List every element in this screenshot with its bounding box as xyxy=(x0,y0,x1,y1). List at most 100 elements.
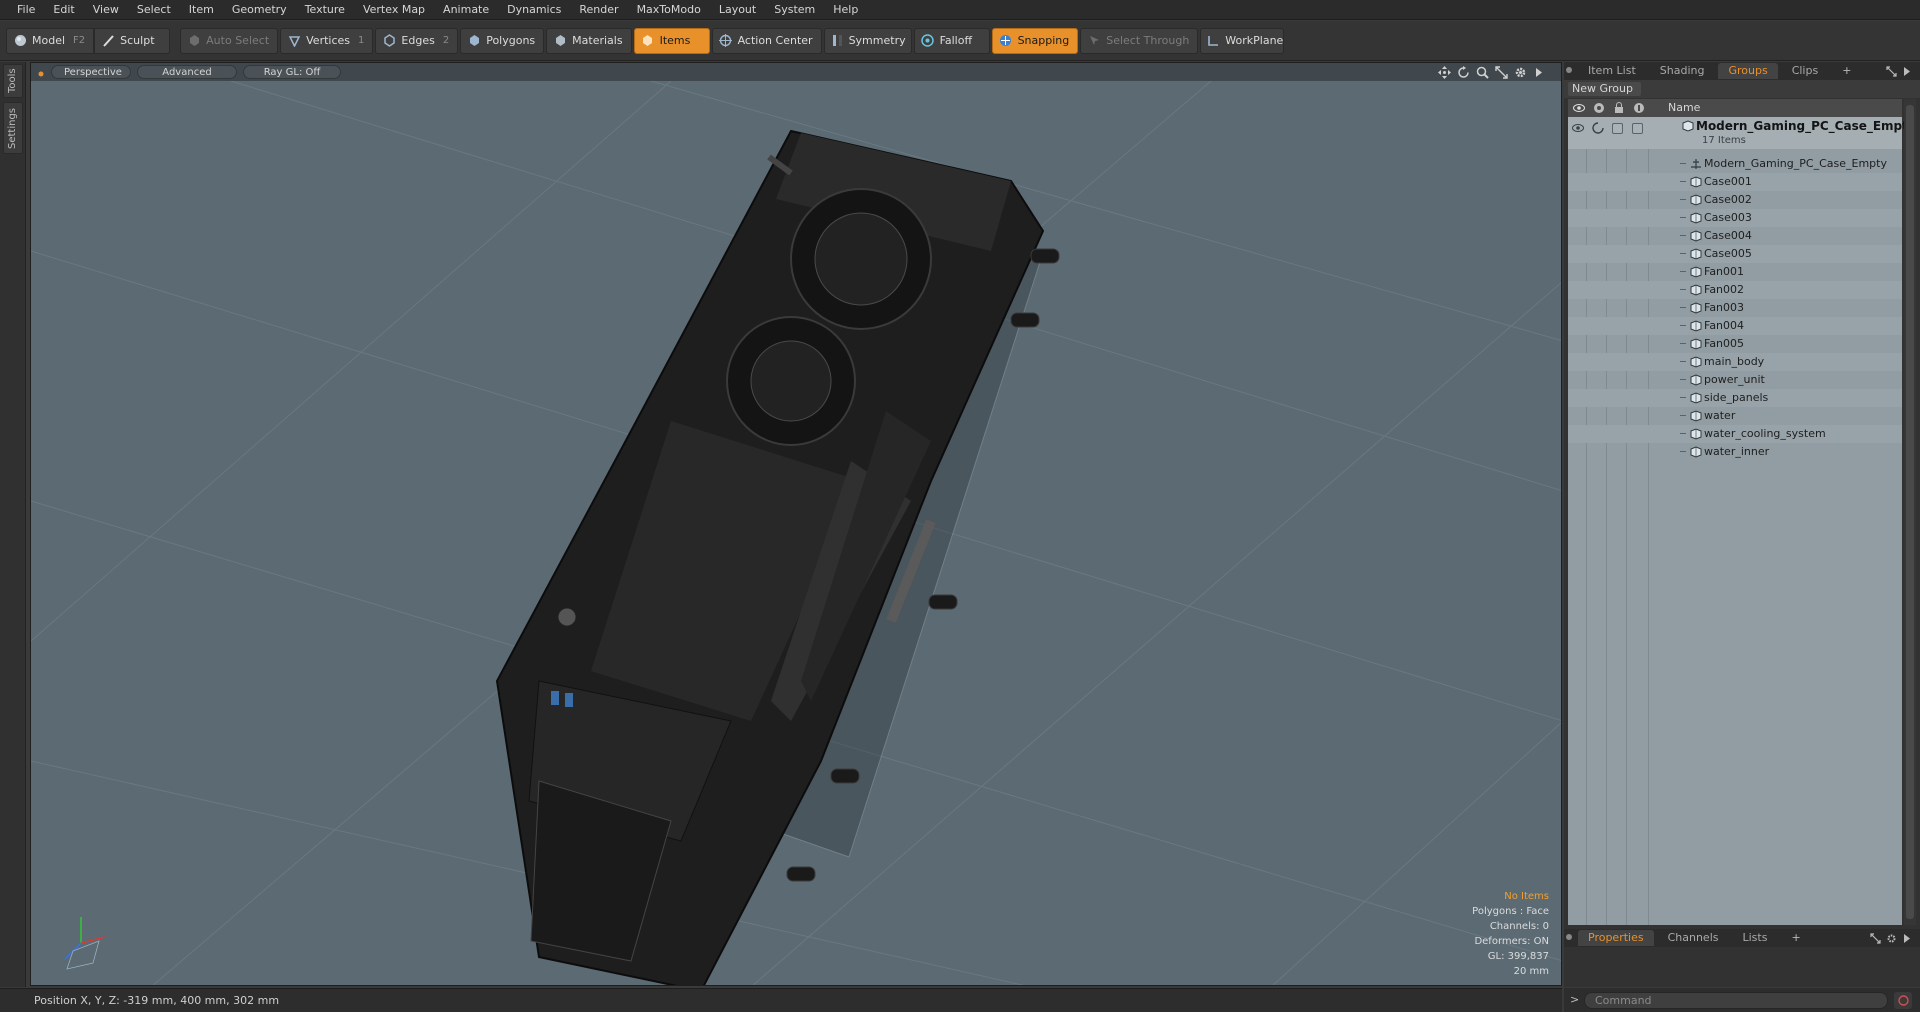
zoom-icon[interactable] xyxy=(1474,64,1490,80)
group-item-row[interactable]: Fan005 xyxy=(1568,335,1902,353)
tab-tools[interactable]: Tools xyxy=(3,64,23,98)
group-item-row[interactable]: Case001 xyxy=(1568,173,1902,191)
rotate-icon[interactable] xyxy=(1455,64,1471,80)
model-shortcut: F2 xyxy=(73,35,86,46)
expand-arrow-icon[interactable] xyxy=(1531,64,1547,80)
group-item-row[interactable]: water_cooling_system xyxy=(1568,425,1902,443)
gear-icon[interactable] xyxy=(1512,64,1528,80)
group-item-row[interactable]: Fan001 xyxy=(1568,263,1902,281)
right-panel: Item List Shading Groups Clips + New Gro… xyxy=(1564,62,1920,987)
panel-menu-icon[interactable] xyxy=(1566,67,1572,73)
tab-clips[interactable]: Clips xyxy=(1782,63,1829,79)
tree-branch-line xyxy=(1680,253,1686,254)
tab-groups[interactable]: Groups xyxy=(1718,63,1778,79)
menu-geometry[interactable]: Geometry xyxy=(223,0,296,20)
menu-edit[interactable]: Edit xyxy=(44,0,83,20)
group-item-row[interactable]: Fan002 xyxy=(1568,281,1902,299)
menu-file[interactable]: File xyxy=(8,0,44,20)
visibility-column-icon[interactable] xyxy=(1572,101,1586,115)
items-label: Items xyxy=(659,34,691,47)
perspective-dropdown[interactable]: Perspective xyxy=(51,65,131,79)
lock-column-icon[interactable] xyxy=(1612,101,1626,115)
3d-viewport[interactable]: Perspective Advanced Ray GL: Off No Item… xyxy=(30,62,1562,986)
group-row[interactable]: Modern_Gaming_PC_Case_Empty 17 Items xyxy=(1568,117,1916,149)
menu-system[interactable]: System xyxy=(765,0,824,20)
polygons-button[interactable]: Polygons xyxy=(460,27,545,54)
group-item-row[interactable]: power_unit xyxy=(1568,371,1902,389)
menu-render[interactable]: Render xyxy=(570,0,627,20)
edges-button[interactable]: Edges 2 xyxy=(375,27,459,54)
viewport-menu-icon[interactable] xyxy=(37,68,45,77)
materials-button[interactable]: Materials xyxy=(546,27,632,54)
group-item-row[interactable]: Fan003 xyxy=(1568,299,1902,317)
status-bar: Position X, Y, Z: -319 mm, 400 mm, 302 m… xyxy=(0,988,1562,1012)
pan-icon[interactable] xyxy=(1436,64,1452,80)
falloff-button[interactable]: Falloff xyxy=(913,27,990,54)
name-column-header[interactable]: Name xyxy=(1668,99,1700,117)
group-item-row[interactable]: water xyxy=(1568,407,1902,425)
items-button[interactable]: Items xyxy=(633,27,710,54)
render-column-icon[interactable] xyxy=(1592,101,1606,115)
group-item-row[interactable]: Modern_Gaming_PC_Case_Empty xyxy=(1568,155,1902,173)
group-item-row[interactable]: side_panels xyxy=(1568,389,1902,407)
group-visibility-icon[interactable] xyxy=(1572,122,1584,134)
group-item-row[interactable]: Case005 xyxy=(1568,245,1902,263)
tree-branch-line xyxy=(1680,271,1686,272)
auto-select-button[interactable]: Auto Select xyxy=(180,27,279,54)
group-item-row[interactable]: Case004 xyxy=(1568,227,1902,245)
menu-animate[interactable]: Animate xyxy=(434,0,498,20)
tree-scrollbar-thumb[interactable] xyxy=(1906,105,1914,919)
action-center-button[interactable]: Action Center xyxy=(711,27,822,54)
command-prompt: > xyxy=(1570,993,1580,1006)
group-item-row[interactable]: Case003 xyxy=(1568,209,1902,227)
menu-layout[interactable]: Layout xyxy=(710,0,765,20)
menu-maxtomodo[interactable]: MaxToModo xyxy=(628,0,710,20)
snapping-button[interactable]: Snapping xyxy=(991,27,1079,54)
select-column-icon[interactable] xyxy=(1632,101,1646,115)
bottom-arrow-icon[interactable] xyxy=(1900,931,1914,945)
bottom-panel-menu-icon[interactable] xyxy=(1566,934,1572,940)
tab-properties[interactable]: Properties xyxy=(1578,930,1654,946)
bottom-gear-icon[interactable] xyxy=(1884,931,1898,945)
group-item-row[interactable]: main_body xyxy=(1568,353,1902,371)
workplane-button[interactable]: WorkPlane xyxy=(1200,27,1285,54)
menu-vertex-map[interactable]: Vertex Map xyxy=(354,0,434,20)
menu-dynamics[interactable]: Dynamics xyxy=(498,0,570,20)
new-group-button[interactable]: New Group xyxy=(1568,82,1641,96)
group-render-icon[interactable] xyxy=(1592,122,1604,134)
tab-settings[interactable]: Settings xyxy=(3,102,23,154)
tree-scrollbar[interactable] xyxy=(1904,99,1916,925)
group-select-checkbox[interactable] xyxy=(1632,123,1643,134)
record-macro-icon[interactable] xyxy=(1894,992,1912,1009)
group-item-row[interactable]: Case002 xyxy=(1568,191,1902,209)
raygl-dropdown[interactable]: Ray GL: Off xyxy=(243,65,341,79)
channels-info: Channels: 0 xyxy=(1489,921,1549,932)
bottom-maximize-icon[interactable] xyxy=(1868,931,1882,945)
menu-texture[interactable]: Texture xyxy=(296,0,354,20)
add-bottom-tab-button[interactable]: + xyxy=(1781,930,1810,946)
tab-item-list[interactable]: Item List xyxy=(1578,63,1646,79)
tab-lists[interactable]: Lists xyxy=(1733,930,1778,946)
menu-help[interactable]: Help xyxy=(824,0,867,20)
sculpt-mode-button[interactable]: Sculpt xyxy=(94,27,171,54)
maximize-icon[interactable] xyxy=(1493,64,1509,80)
menu-item[interactable]: Item xyxy=(180,0,223,20)
panel-maximize-icon[interactable] xyxy=(1884,64,1898,78)
panel-arrow-icon[interactable] xyxy=(1900,64,1914,78)
select-through-button[interactable]: Select Through xyxy=(1080,27,1199,54)
add-tab-button[interactable]: + xyxy=(1832,63,1861,79)
mesh-icon xyxy=(1690,446,1702,458)
tab-channels[interactable]: Channels xyxy=(1658,930,1729,946)
tab-shading[interactable]: Shading xyxy=(1650,63,1715,79)
command-input[interactable] xyxy=(1584,992,1888,1009)
group-item-name: Fan001 xyxy=(1704,265,1745,278)
menu-view[interactable]: View xyxy=(84,0,128,20)
advanced-dropdown[interactable]: Advanced xyxy=(137,65,237,79)
group-item-row[interactable]: Fan004 xyxy=(1568,317,1902,335)
group-lock-checkbox[interactable] xyxy=(1612,123,1623,134)
vertices-button[interactable]: Vertices 1 xyxy=(280,27,374,54)
group-item-row[interactable]: water_inner xyxy=(1568,443,1902,461)
menu-select[interactable]: Select xyxy=(128,0,180,20)
model-mode-button[interactable]: Model F2 xyxy=(6,27,95,54)
symmetry-button[interactable]: Symmetry xyxy=(823,27,912,54)
